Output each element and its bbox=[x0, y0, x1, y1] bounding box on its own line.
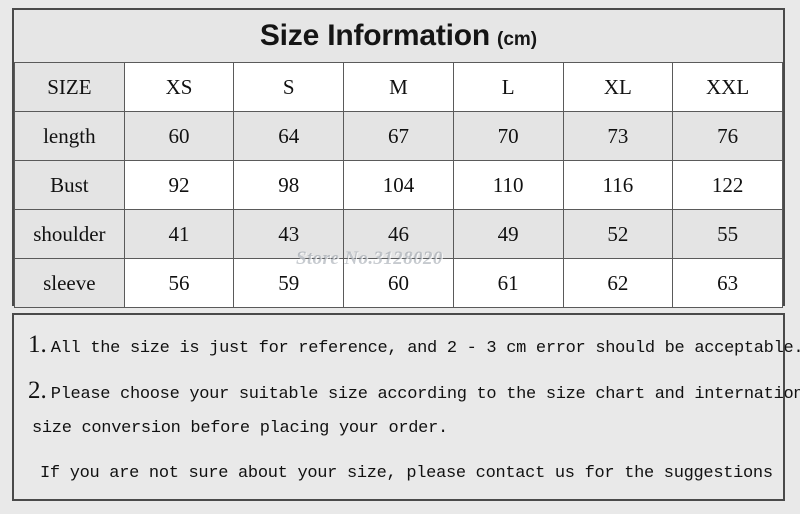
size-information-table-block: Size Information (cm) SIZE XS S M L XL X… bbox=[12, 8, 785, 308]
note-item-2-continued: size conversion before placing your orde… bbox=[32, 419, 775, 438]
cell-shoulder-s: 43 bbox=[233, 209, 345, 259]
column-header-m: M bbox=[343, 62, 454, 112]
row-label-bust: Bust bbox=[14, 160, 125, 210]
note-1-text: All the size is just for reference, and … bbox=[50, 339, 800, 358]
notes-block: 1. All the size is just for reference, a… bbox=[12, 313, 800, 501]
table-row-bust: Bust 92 98 104 110 116 122 bbox=[14, 160, 783, 210]
cell-bust-xxl: 122 bbox=[672, 160, 783, 210]
column-header-s: S bbox=[233, 62, 345, 112]
cell-bust-xl: 116 bbox=[562, 160, 674, 210]
page-title-unit: (cm) bbox=[497, 29, 538, 50]
size-table: Size Information (cm) SIZE XS S M L XL X… bbox=[14, 10, 783, 308]
page-title: Size Information (cm) bbox=[15, 21, 783, 51]
table-title-row: Size Information (cm) bbox=[14, 10, 783, 63]
cell-sleeve-xxl: 63 bbox=[672, 258, 783, 308]
size-chart-page: Size Information (cm) SIZE XS S M L XL X… bbox=[0, 0, 800, 514]
note-1-number: 1. bbox=[28, 331, 47, 358]
row-label-shoulder: shoulder bbox=[14, 209, 125, 259]
cell-length-m: 67 bbox=[343, 111, 454, 161]
cell-sleeve-l: 61 bbox=[452, 258, 564, 308]
note-item-2: 2. Please choose your suitable size acco… bbox=[28, 377, 800, 405]
note-item-1: 1. All the size is just for reference, a… bbox=[28, 331, 800, 359]
note-2-text: Please choose your suitable size accordi… bbox=[50, 385, 800, 404]
cell-length-s: 64 bbox=[233, 111, 345, 161]
cell-shoulder-m: 46 bbox=[343, 209, 454, 259]
cell-shoulder-xxl: 55 bbox=[672, 209, 783, 259]
cell-shoulder-xl: 52 bbox=[562, 209, 674, 259]
column-header-size: SIZE bbox=[14, 62, 125, 112]
cell-bust-m: 104 bbox=[343, 160, 454, 210]
table-row-shoulder: shoulder 41 43 46 49 52 55 bbox=[14, 209, 783, 259]
note-2-number: 2. bbox=[28, 377, 47, 404]
page-title-main: Size Information bbox=[259, 19, 491, 52]
table-header-row: SIZE XS S M L XL XXL bbox=[14, 62, 783, 112]
cell-sleeve-xs: 56 bbox=[123, 258, 235, 308]
row-label-sleeve: sleeve bbox=[14, 258, 125, 308]
note-2-text-continued: size conversion before placing your orde… bbox=[32, 419, 448, 438]
cell-sleeve-s: 59 bbox=[233, 258, 345, 308]
table-row-length: length 60 64 67 70 73 76 bbox=[14, 111, 783, 161]
page-title-cell: Size Information (cm) bbox=[14, 10, 783, 63]
note-3-text: If you are not sure about your size, ple… bbox=[40, 464, 773, 483]
note-item-3: If you are not sure about your size, ple… bbox=[40, 464, 775, 483]
table-row-sleeve: sleeve 56 59 60 61 62 63 bbox=[14, 258, 783, 308]
column-header-l: L bbox=[452, 62, 564, 112]
cell-length-xs: 60 bbox=[123, 111, 235, 161]
cell-shoulder-l: 49 bbox=[452, 209, 564, 259]
cell-length-xl: 73 bbox=[562, 111, 674, 161]
cell-length-xxl: 76 bbox=[672, 111, 783, 161]
cell-length-l: 70 bbox=[452, 111, 564, 161]
cell-shoulder-xs: 41 bbox=[123, 209, 235, 259]
cell-bust-l: 110 bbox=[452, 160, 564, 210]
cell-bust-xs: 92 bbox=[123, 160, 235, 210]
cell-bust-s: 98 bbox=[233, 160, 345, 210]
cell-sleeve-m: 60 bbox=[343, 258, 454, 308]
column-header-xl: XL bbox=[562, 62, 674, 112]
column-header-xxl: XXL bbox=[672, 62, 783, 112]
cell-sleeve-xl: 62 bbox=[562, 258, 674, 308]
row-label-length: length bbox=[14, 111, 125, 161]
column-header-xs: XS bbox=[123, 62, 235, 112]
